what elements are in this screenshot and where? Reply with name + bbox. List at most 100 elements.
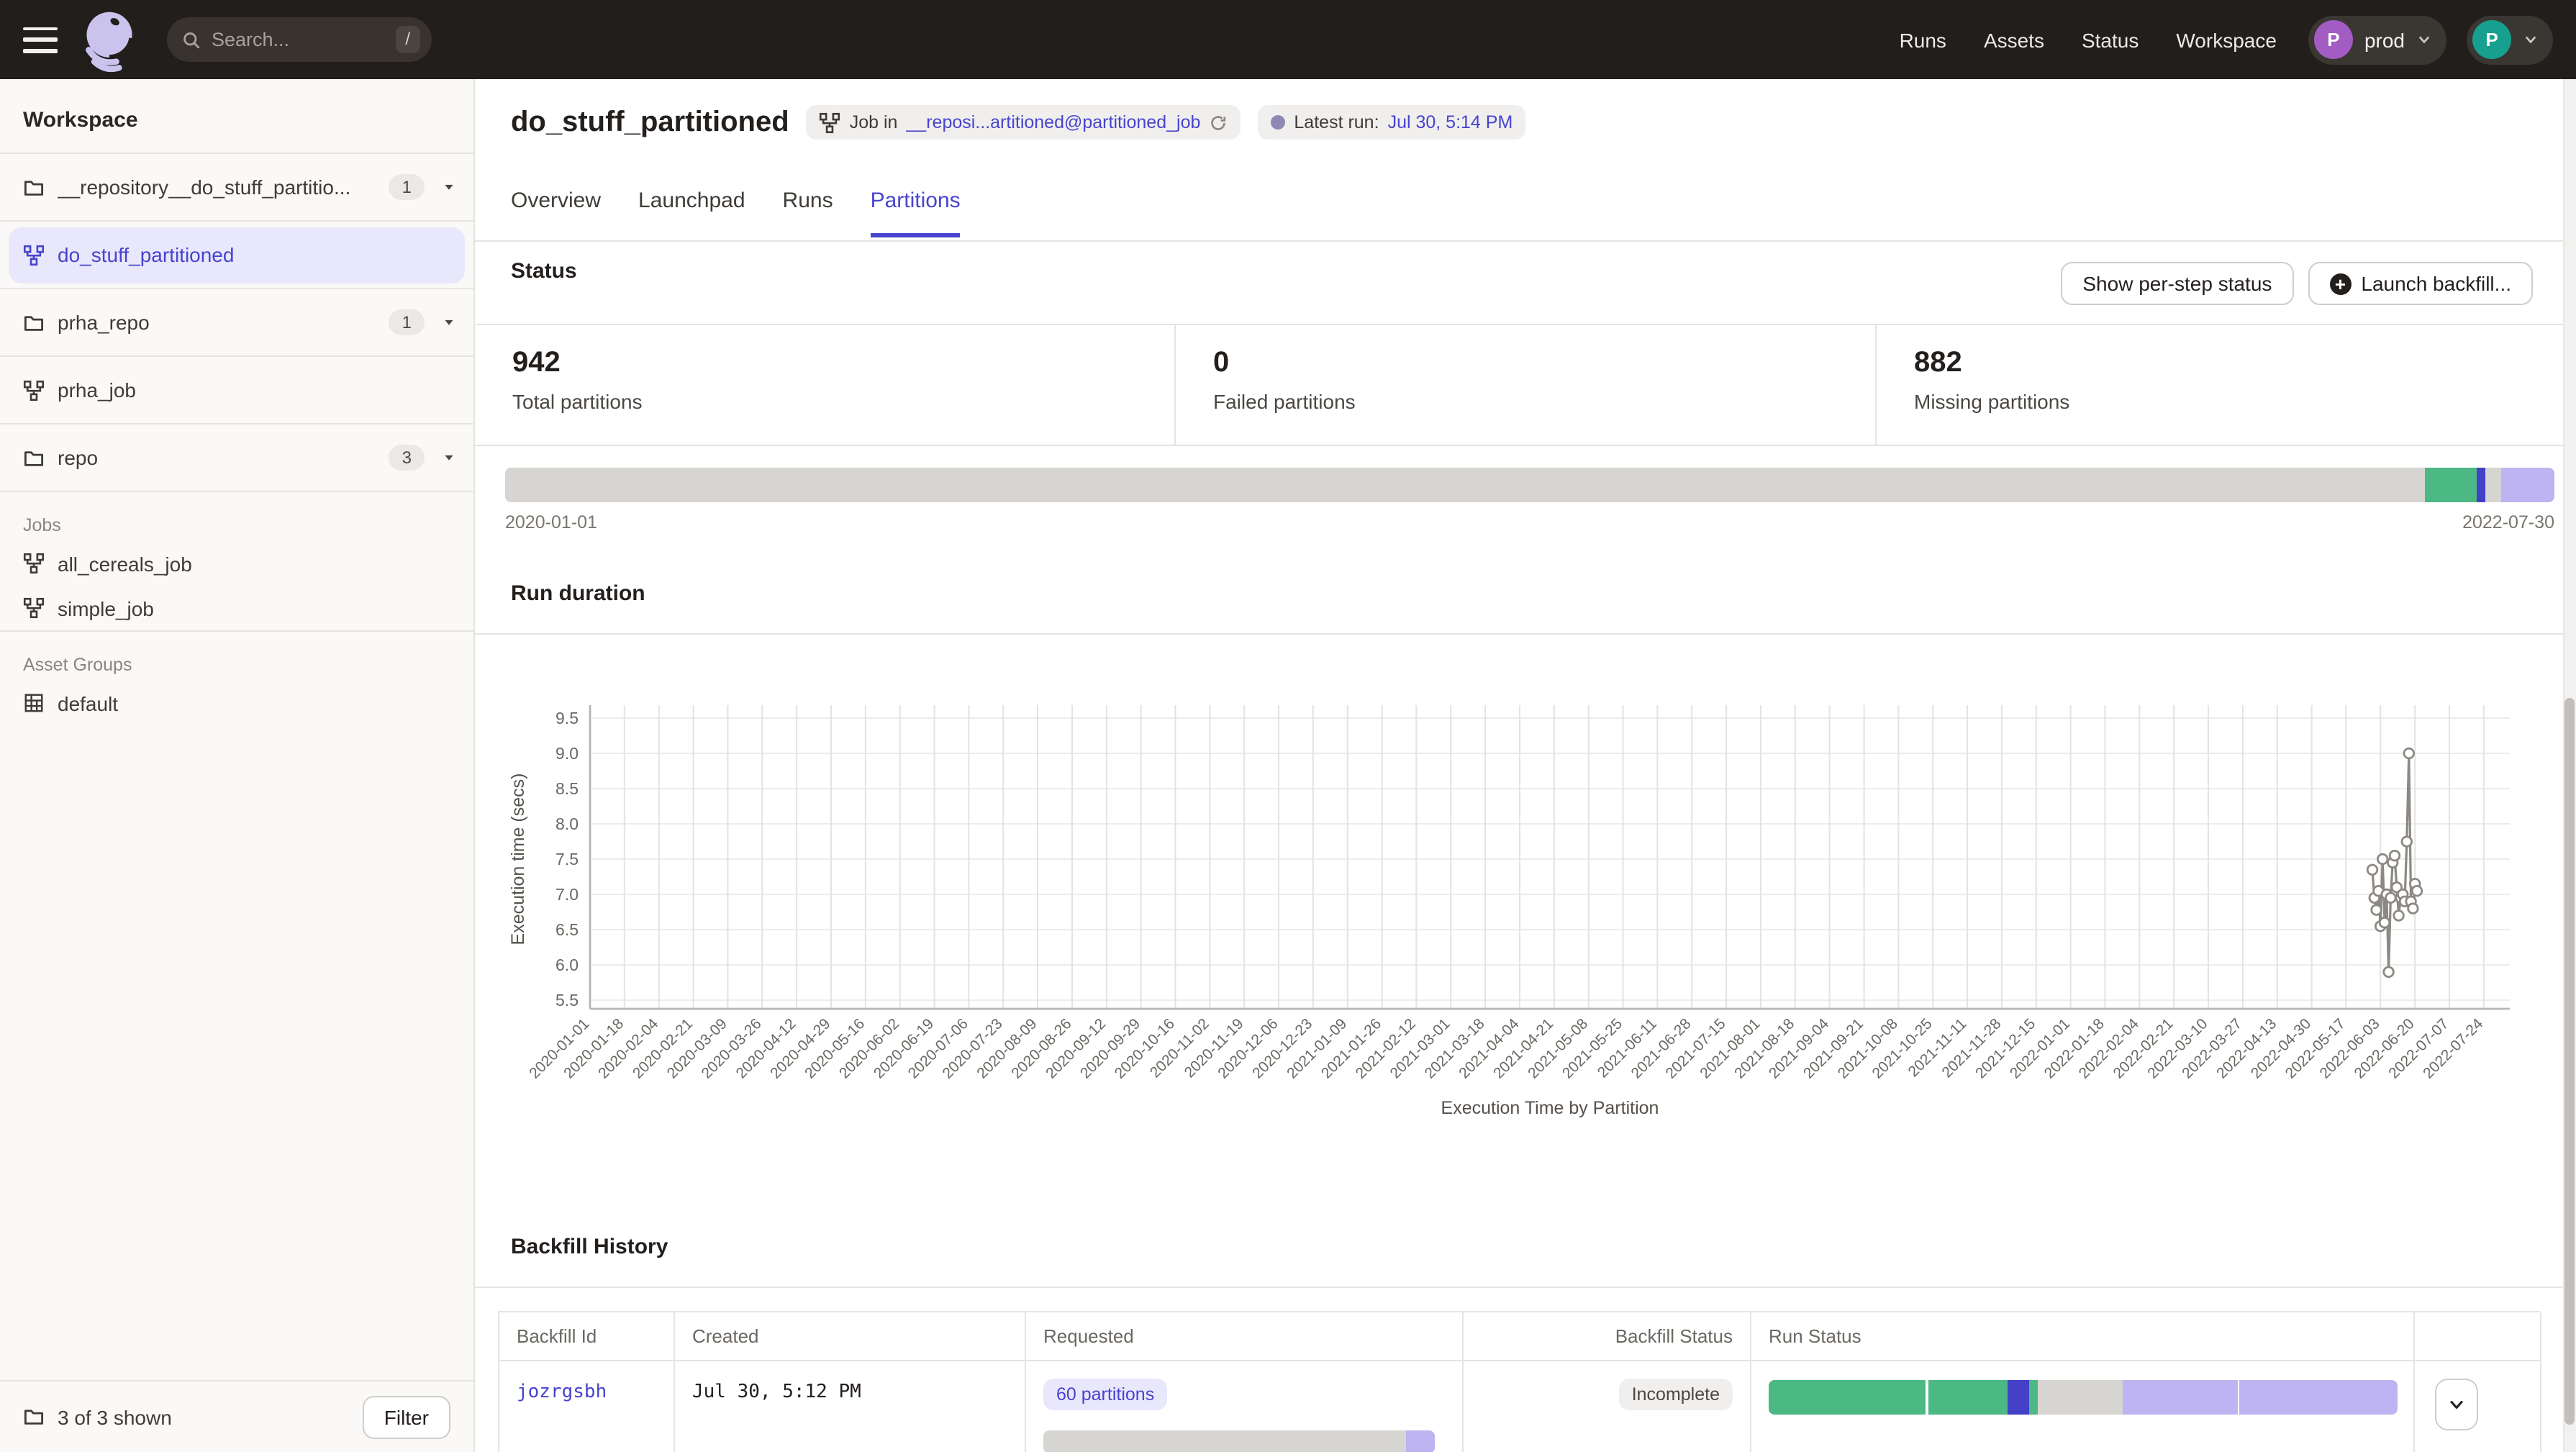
job-tabs: Overview Launchpad Runs Partitions: [511, 189, 961, 237]
nav-link-status[interactable]: Status: [2082, 28, 2139, 51]
job-origin-link[interactable]: __reposi...artitioned@partitioned_job: [906, 112, 1200, 132]
deployment-avatar: P: [2314, 20, 2353, 59]
partition-stats: 942Total partitions0Failed partitions882…: [475, 324, 2576, 446]
backfill-created: Jul 30, 5:12 PM: [692, 1381, 861, 1403]
stat-label: Failed partitions: [1213, 390, 1875, 413]
bar-segment-lavender: [2122, 1380, 2237, 1415]
launch-backfill-button[interactable]: +Launch backfill...: [2308, 262, 2533, 305]
scrollbar-thumb[interactable]: [2564, 698, 2575, 1425]
bar-segment-lavender: [2501, 468, 2554, 502]
latest-run-link[interactable]: Jul 30, 5:14 PM: [1388, 112, 1513, 132]
sidebar-item-simple-job[interactable]: simple_job: [0, 586, 473, 630]
chevron-down-icon: [2523, 32, 2539, 47]
nav-link-workspace[interactable]: Workspace: [2176, 28, 2277, 51]
tab-partitions[interactable]: Partitions: [871, 189, 961, 237]
app-window: / Runs Assets Status Workspace P prod P Wor…: [0, 0, 2576, 1452]
stat-total-partitions: 942Total partitions: [475, 325, 1174, 445]
column-header-backfill-id: Backfill Id: [499, 1312, 675, 1361]
menu-icon[interactable]: [23, 27, 58, 53]
run-duration-heading: Run duration: [511, 581, 645, 606]
sidebar-item--repository-do-stuff-partitio-[interactable]: __repository__do_stuff_partitio...1: [0, 153, 473, 220]
status-heading: Status: [511, 259, 577, 283]
deployment-switcher[interactable]: P prod: [2308, 15, 2446, 64]
stat-label: Missing partitions: [1914, 390, 2576, 413]
scrollbar-track: [2563, 79, 2576, 1452]
table-row: jozrgsbh Jul 30, 5:12 PM 60 partitions 2…: [499, 1361, 2540, 1452]
search-input[interactable]: [212, 29, 395, 50]
svg-text:5.5: 5.5: [555, 991, 579, 1009]
show-per-step-button[interactable]: Show per-step status: [2061, 262, 2293, 305]
svg-text:Execution time (secs): Execution time (secs): [508, 773, 528, 945]
expand-row-button[interactable]: [2435, 1379, 2478, 1430]
column-header-actions: [2415, 1312, 2541, 1361]
caret-down-icon[interactable]: [442, 450, 456, 465]
sidebar-item-label: repo: [58, 446, 389, 469]
backfill-table: Backfill IdCreatedRequestedBackfill Stat…: [498, 1311, 2540, 1452]
backfill-history-heading: Backfill History: [511, 1235, 668, 1259]
sidebar-item-repo[interactable]: repo3: [0, 423, 473, 491]
section-label-asset-groups: Asset Groups: [0, 630, 473, 681]
latest-run-pill: Latest run: Jul 30, 5:14 PM: [1258, 105, 1525, 140]
workspace-sidebar: Workspace __repository__do_stuff_partiti…: [0, 79, 475, 1452]
latest-run-label: Latest run:: [1294, 112, 1379, 132]
stat-value: 0: [1213, 347, 1875, 380]
column-header-run-status: Run Status: [1751, 1312, 2415, 1361]
column-header-created: Created: [675, 1312, 1026, 1361]
sidebar-item-default[interactable]: default: [0, 681, 473, 725]
sidebar-item-do-stuff-partitioned[interactable]: do_stuff_partitioned: [0, 220, 473, 288]
run-status-bar: [1769, 1380, 2398, 1415]
svg-text:7.0: 7.0: [555, 885, 579, 904]
backfill-id-link[interactable]: jozrgsbh: [517, 1381, 607, 1403]
sidebar-item-label: simple_job: [58, 596, 154, 620]
svg-text:9.5: 9.5: [555, 709, 579, 727]
sidebar-item-label: __repository__do_stuff_partitio...: [58, 176, 389, 199]
caret-down-icon[interactable]: [442, 315, 456, 330]
bar-segment-green: [1769, 1380, 1926, 1415]
sidebar-title: Workspace: [0, 79, 473, 153]
svg-text:8.0: 8.0: [555, 815, 579, 833]
chevron-down-icon: [2446, 1394, 2467, 1415]
svg-text:6.5: 6.5: [555, 920, 579, 939]
sidebar-item-label: all_cereals_job: [58, 552, 192, 575]
bar-segment-indigo: [2477, 468, 2485, 502]
partition-status-bar: [505, 468, 2554, 502]
bar-segment-lavender: [2239, 1380, 2398, 1415]
svg-text:9.0: 9.0: [555, 744, 579, 763]
stat-label: Total partitions: [512, 390, 1174, 413]
dagster-logo-icon: [78, 6, 141, 73]
bar-segment-gray: [2038, 1380, 2122, 1415]
user-avatar: P: [2472, 20, 2511, 59]
nav-link-runs[interactable]: Runs: [1900, 28, 1946, 51]
bar-segment-indigo: [2008, 1380, 2029, 1415]
sidebar-item-label: prha_job: [58, 378, 456, 401]
reload-icon[interactable]: [1209, 113, 1228, 132]
user-menu[interactable]: P: [2467, 15, 2553, 64]
column-header-backfill-status: Backfill Status: [1464, 1312, 1751, 1361]
tab-runs[interactable]: Runs: [783, 189, 833, 237]
top-nav-links: Runs Assets Status Workspace: [1900, 28, 2277, 51]
job-icon: [820, 112, 841, 133]
sidebar-selected-item[interactable]: do_stuff_partitioned: [9, 227, 465, 283]
svg-text:8.5: 8.5: [555, 779, 579, 798]
partition-range-end: 2022-07-30: [2462, 512, 2554, 532]
job-origin-pill: Job in __reposi...artitioned@partitioned…: [807, 105, 1241, 140]
caret-down-icon[interactable]: [442, 180, 456, 194]
count-badge: 3: [389, 445, 425, 471]
column-header-requested: Requested: [1026, 1312, 1464, 1361]
sidebar-item-all-cereals-job[interactable]: all_cereals_job: [0, 541, 473, 586]
sidebar-item-prha-repo[interactable]: prha_repo1: [0, 288, 473, 355]
filter-button[interactable]: Filter: [363, 1395, 450, 1438]
tab-overview[interactable]: Overview: [511, 189, 601, 237]
folder-icon: [23, 1406, 45, 1428]
partition-range-start: 2020-01-01: [505, 512, 597, 532]
sidebar-item-prha-job[interactable]: prha_job: [0, 355, 473, 423]
tab-launchpad[interactable]: Launchpad: [638, 189, 745, 237]
bar-segment-lavender: [1405, 1430, 1435, 1452]
nav-link-assets[interactable]: Assets: [1984, 28, 2044, 51]
job-icon: [23, 379, 45, 401]
search-shortcut-badge: /: [395, 27, 420, 53]
requested-partitions-badge[interactable]: 60 partitions: [1043, 1379, 1167, 1410]
sidebar-footer: 3 of 3 shown Filter: [0, 1380, 473, 1452]
search-box[interactable]: /: [167, 17, 432, 62]
run-status-dot: [1271, 115, 1285, 130]
